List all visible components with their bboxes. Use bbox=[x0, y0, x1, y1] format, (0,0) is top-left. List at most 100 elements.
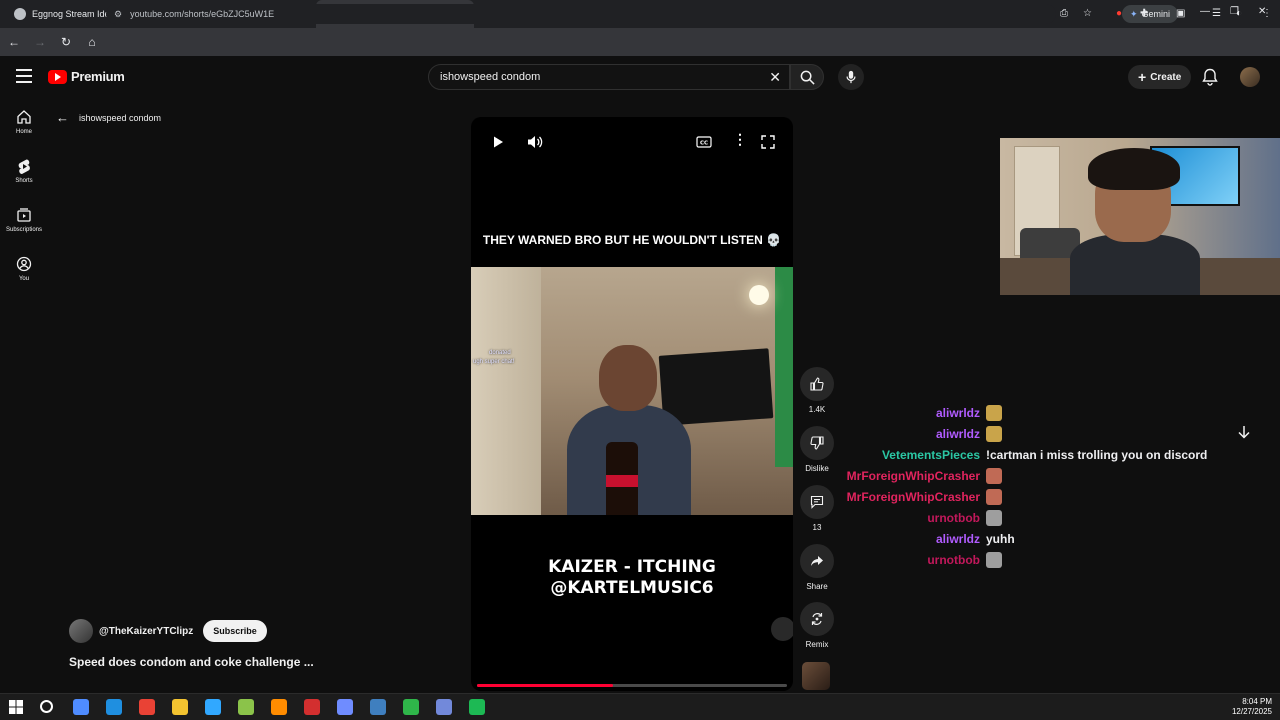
install-icon[interactable]: ⎙ bbox=[1060, 8, 1068, 19]
fl-studio-app-icon[interactable] bbox=[271, 699, 287, 715]
video-frame: donated ugh super chat! bbox=[471, 267, 793, 515]
remix-icon bbox=[811, 613, 823, 625]
rail-shorts[interactable]: Shorts bbox=[0, 158, 48, 184]
sound-thumbnail[interactable] bbox=[802, 662, 830, 690]
address-bar[interactable]: ⚙ youtube.com/shorts/eGbZJC5uW1E bbox=[106, 4, 1056, 24]
site-info-icon[interactable]: ⚙ bbox=[114, 9, 122, 20]
notifications-bell-icon[interactable] bbox=[1202, 68, 1218, 86]
more-options-icon[interactable]: ⋮ bbox=[733, 131, 747, 148]
captions-icon[interactable]: CC bbox=[696, 135, 712, 149]
side-panel-icon[interactable]: ▣ bbox=[1176, 8, 1185, 19]
rail-subscriptions[interactable]: Subscriptions bbox=[0, 207, 48, 233]
search-button[interactable] bbox=[790, 64, 824, 90]
vegas-app-icon[interactable] bbox=[370, 699, 386, 715]
comment-icon bbox=[810, 495, 824, 509]
search-value: ishowspeed condom bbox=[440, 71, 541, 83]
app-green-icon[interactable] bbox=[238, 699, 254, 715]
voice-search-button[interactable] bbox=[838, 64, 864, 90]
browser-menu-icon[interactable]: ⋮ bbox=[1262, 8, 1272, 19]
back-icon[interactable]: ← bbox=[2, 35, 26, 49]
copilot-app-icon[interactable] bbox=[73, 699, 89, 715]
you-icon bbox=[16, 256, 32, 272]
chat-username: MrForeignWhipCrasher bbox=[846, 490, 980, 504]
gemini-button[interactable]: ✦ Gemini bbox=[1122, 5, 1179, 23]
rail-label: Shorts bbox=[15, 178, 33, 184]
profile-icon[interactable]: ◐ bbox=[1236, 8, 1242, 19]
create-label: Create bbox=[1150, 71, 1182, 83]
screen: Eggnog Stream Ideas✕Public Discord Serve… bbox=[0, 0, 1280, 720]
bookmark-star-icon[interactable]: ☆ bbox=[1083, 8, 1092, 19]
chat-text bbox=[986, 552, 1002, 568]
search-app-icon[interactable] bbox=[40, 700, 53, 713]
share-label: Share bbox=[806, 582, 828, 591]
back-to-search-link[interactable]: ← ishowspeed condom bbox=[56, 110, 161, 125]
edge-app-icon[interactable] bbox=[106, 699, 122, 715]
comments-button[interactable]: 13 bbox=[800, 485, 834, 532]
arrow-left-icon: ← bbox=[56, 110, 69, 125]
rail-home[interactable]: Home bbox=[0, 109, 48, 135]
thumbs-down-icon bbox=[810, 436, 824, 450]
windows-start-icon[interactable] bbox=[9, 700, 23, 714]
create-button[interactable]: + Create bbox=[1128, 65, 1192, 89]
rail-you[interactable]: You bbox=[0, 256, 48, 282]
remix-button[interactable]: Remix bbox=[800, 602, 834, 649]
home-browser-icon[interactable]: ⌂ bbox=[80, 35, 104, 49]
comment-count: 13 bbox=[812, 523, 822, 532]
discord-app-icon[interactable] bbox=[436, 699, 452, 715]
menu-icon[interactable] bbox=[16, 69, 32, 83]
extension-red-icon[interactable]: ● bbox=[1116, 8, 1122, 19]
chat-emote-icon bbox=[986, 405, 1002, 421]
dislike-button[interactable]: Dislike bbox=[800, 426, 834, 473]
chat-message: MrForeignWhipCrasher bbox=[840, 466, 1260, 486]
home-icon bbox=[17, 110, 31, 124]
youtube-logo[interactable]: Premium bbox=[48, 69, 125, 84]
volume-icon[interactable] bbox=[527, 135, 543, 149]
chat-message: aliwrldz yuhh bbox=[840, 529, 1260, 549]
chat-emote-icon bbox=[986, 426, 1002, 442]
chat-message: aliwrldz bbox=[840, 424, 1260, 444]
video-caption-bottom: KAIZER - ITCHING @KARTELMUSIC6 bbox=[471, 557, 793, 599]
channel-handle[interactable]: @TheKaizerYTClipz bbox=[99, 626, 193, 637]
extensions-icon[interactable]: ✚ bbox=[1140, 8, 1148, 19]
play-icon[interactable] bbox=[491, 135, 505, 149]
shorts-video-player[interactable]: CC ⋮ THEY WARNED BRO BUT HE WOULDN'T LIS… bbox=[471, 117, 793, 691]
arrow-down-icon[interactable] bbox=[1236, 424, 1252, 440]
search-input[interactable]: ishowspeed condom ✕ bbox=[428, 64, 790, 90]
photoshop-app-icon[interactable] bbox=[205, 699, 221, 715]
progress-bar[interactable] bbox=[477, 684, 787, 687]
chrome-app-icon[interactable] bbox=[139, 699, 155, 715]
chat-text bbox=[986, 426, 1002, 442]
forward-icon[interactable]: → bbox=[28, 35, 52, 49]
files-app-icon[interactable] bbox=[172, 699, 188, 715]
fullscreen-icon[interactable] bbox=[761, 135, 775, 149]
back-link-text: ishowspeed condom bbox=[79, 112, 162, 123]
spotify-app-icon[interactable] bbox=[469, 699, 485, 715]
reload-icon[interactable]: ↻ bbox=[54, 35, 78, 49]
system-clock[interactable]: 8:04 PM 12/27/2025 bbox=[1232, 697, 1272, 717]
minimize-icon[interactable]: — bbox=[1200, 6, 1210, 17]
chat-text bbox=[986, 405, 1002, 421]
chat-text bbox=[986, 510, 1002, 526]
like-button[interactable]: 1.4K bbox=[800, 367, 834, 414]
artist-handle: @KARTELMUSIC6 bbox=[550, 578, 714, 598]
thumbs-up-icon bbox=[810, 377, 824, 391]
store-app-icon[interactable] bbox=[337, 699, 353, 715]
xbox-app-icon[interactable] bbox=[403, 699, 419, 715]
obs-app-icon[interactable] bbox=[304, 699, 320, 715]
subscribe-button[interactable]: Subscribe bbox=[203, 620, 267, 642]
browser-toolbar: ← → ↻ ⌂ bbox=[0, 28, 1280, 56]
clear-search-icon[interactable]: ✕ bbox=[769, 69, 781, 86]
channel-avatar[interactable] bbox=[69, 619, 93, 643]
chat-username: aliwrldz bbox=[935, 427, 980, 441]
chat-text: !cartman i miss trolling you on discord bbox=[986, 448, 1207, 462]
youtube-header: Premium ishowspeed condom ✕ + Create bbox=[0, 56, 1280, 100]
dislike-label: Dislike bbox=[805, 464, 829, 473]
chat-emote-icon bbox=[986, 510, 1002, 526]
video-title[interactable]: Speed does condom and coke challenge ... bbox=[69, 655, 314, 669]
tab-favicon-icon bbox=[14, 8, 26, 20]
share-button[interactable]: Share bbox=[800, 544, 834, 591]
svg-text:CC: CC bbox=[700, 141, 708, 147]
account-avatar[interactable] bbox=[1240, 67, 1260, 87]
progress-fill bbox=[477, 684, 614, 687]
tab-search-icon[interactable]: ☰ bbox=[1212, 8, 1221, 19]
